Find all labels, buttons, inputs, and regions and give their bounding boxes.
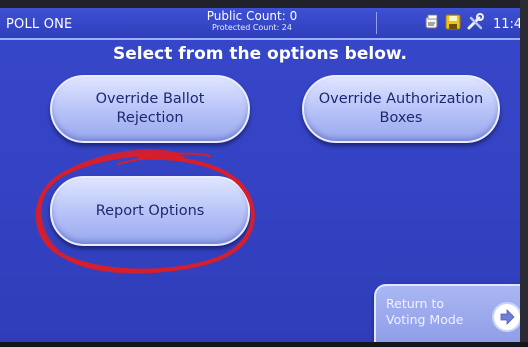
page-heading: Select from the options below.: [113, 44, 407, 64]
status-divider: [376, 12, 377, 34]
override-ballot-rejection-label: Override Ballot Rejection: [95, 91, 205, 126]
voting-machine-screen: POLL ONE Public Count: 0 Protected Count…: [0, 8, 520, 342]
report-options-label: Report Options: [95, 202, 205, 219]
save-icon: [445, 14, 461, 34]
report-options-button[interactable]: Report Options: [50, 176, 250, 246]
return-to-voting-mode-label: Return to Voting Mode: [386, 296, 464, 327]
override-authorization-boxes-label: Override Authorization Boxes: [318, 91, 484, 126]
ballot-counts: Public Count: 0 Protected Count: 24: [152, 10, 352, 33]
return-to-voting-mode-button[interactable]: Return to Voting Mode: [374, 284, 520, 342]
tools-icon: [466, 13, 484, 35]
public-count: Public Count: 0: [206, 9, 298, 23]
report-icon: [424, 14, 440, 34]
device-bezel-bottom: [0, 342, 528, 347]
protected-count: Protected Count: 24: [211, 23, 292, 32]
override-ballot-rejection-button[interactable]: Override Ballot Rejection: [50, 75, 250, 143]
status-icons: 11:41: [424, 13, 520, 35]
clock: 11:41: [493, 16, 520, 32]
status-bar: POLL ONE Public Count: 0 Protected Count…: [0, 8, 520, 40]
override-authorization-boxes-button[interactable]: Override Authorization Boxes: [302, 75, 500, 143]
device-bezel-right: [520, 0, 528, 347]
arrow-right-icon: [494, 304, 520, 330]
poll-name: POLL ONE: [6, 17, 73, 32]
device-bezel-top: [0, 0, 528, 8]
